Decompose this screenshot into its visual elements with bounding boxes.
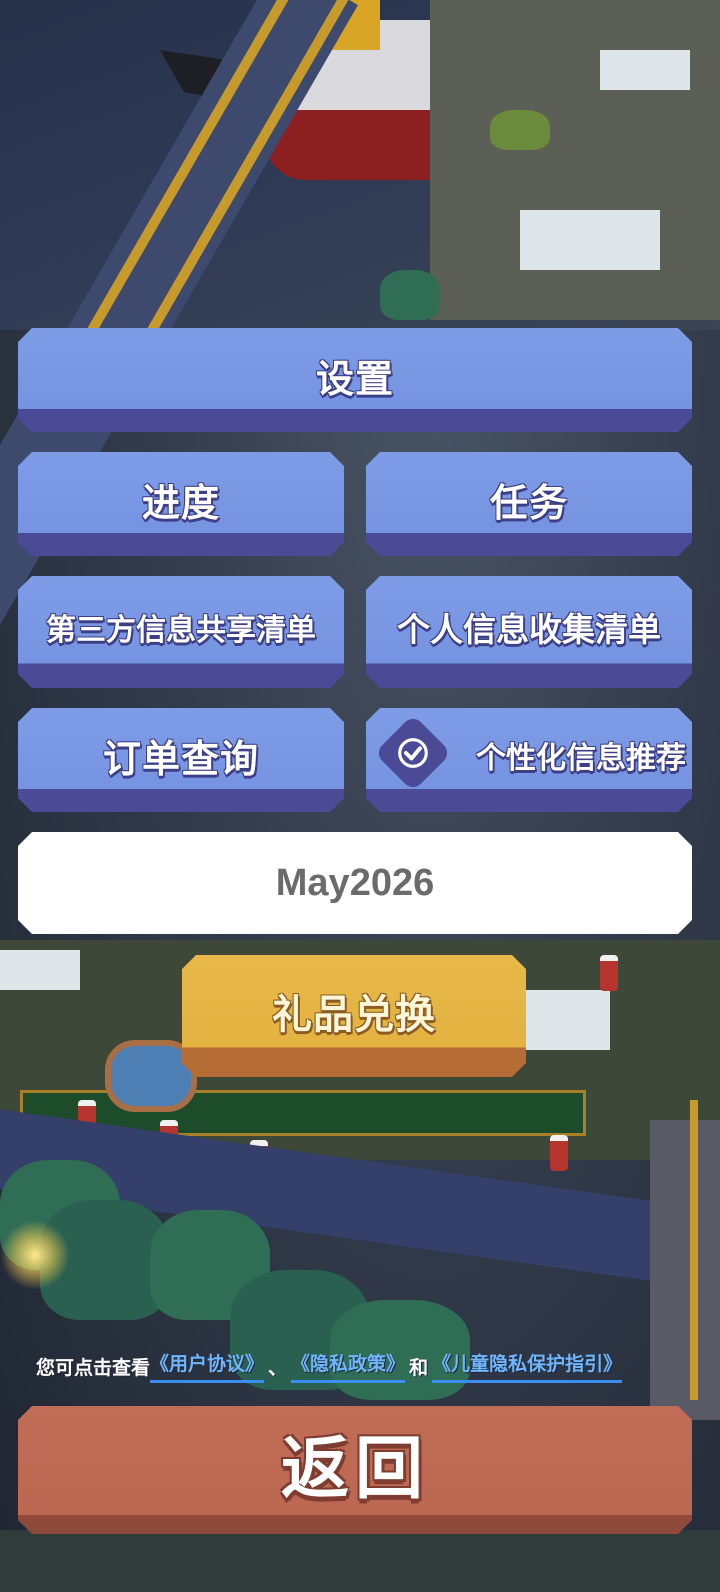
fence-post	[600, 955, 618, 991]
order-query-button[interactable]: 订单查询	[18, 708, 344, 812]
third-party-share-list-button[interactable]: 第三方信息共享清单	[18, 576, 344, 688]
settings-button[interactable]: 设置	[18, 328, 692, 432]
snow-patch	[520, 210, 660, 270]
order-query-label: 订单查询	[102, 736, 259, 781]
tree	[380, 270, 440, 320]
legal-and-text: 和	[409, 1356, 429, 1379]
child-privacy-link[interactable]: 《儿童隐私保护指引》	[432, 1349, 623, 1383]
checkmark-icon	[374, 714, 451, 791]
snow-patch	[600, 50, 690, 90]
tree	[490, 110, 550, 150]
personalized-recommend-label: 个性化信息推荐	[476, 741, 686, 776]
legal-links-line: 您可点击查看 《用户协议》 、 《隐私政策》 和 《儿童隐私保护指引》	[36, 1346, 696, 1386]
personal-info-list-button[interactable]: 个人信息收集清单	[366, 576, 692, 688]
progress-button-label: 进度	[141, 480, 220, 525]
user-agreement-link[interactable]: 《用户协议》	[150, 1349, 265, 1383]
legal-prefix-text: 您可点击查看	[36, 1356, 151, 1379]
town-area	[430, 0, 720, 320]
third-party-share-list-label: 第三方信息共享清单	[46, 613, 316, 648]
settings-button-label: 设置	[315, 356, 394, 401]
tasks-button-label: 任务	[489, 480, 568, 525]
date-display: May2026	[18, 832, 692, 934]
fence-post	[550, 1135, 568, 1171]
snow-patch	[0, 950, 80, 990]
ground	[0, 1530, 720, 1592]
gift-exchange-label: 礼品兑换	[272, 992, 436, 1038]
back-button-label: 返回	[280, 1429, 429, 1509]
glowing-lamp	[0, 1220, 70, 1290]
legal-separator: 、	[268, 1356, 288, 1379]
gift-exchange-button[interactable]: 礼品兑换	[182, 955, 526, 1077]
date-text: May2026	[275, 861, 435, 904]
progress-button[interactable]: 进度	[18, 452, 344, 556]
privacy-policy-link[interactable]: 《隐私政策》	[291, 1349, 406, 1383]
personal-info-list-label: 个人信息收集清单	[397, 610, 661, 649]
tasks-button[interactable]: 任务	[366, 452, 692, 556]
personalized-recommend-toggle[interactable]: 个性化信息推荐	[366, 708, 692, 812]
snow-patch	[520, 990, 610, 1050]
back-button[interactable]: 返回	[18, 1406, 692, 1534]
